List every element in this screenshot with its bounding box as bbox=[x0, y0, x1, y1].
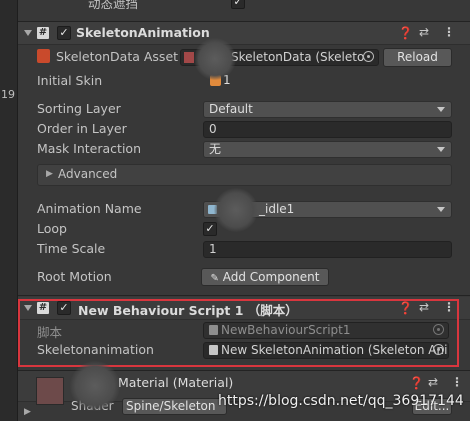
chevron-down-icon bbox=[437, 207, 445, 212]
help-icon[interactable]: ❓ bbox=[409, 376, 424, 390]
add-component-icon: ✎ bbox=[210, 273, 219, 284]
redaction-blur bbox=[70, 361, 120, 411]
shader-dropdown[interactable]: Spine/Skeleton bbox=[122, 398, 227, 415]
initial-skin-label: Initial Skin bbox=[37, 73, 103, 88]
preset-icon[interactable]: ⇄ bbox=[419, 25, 429, 39]
asset-type-icon bbox=[184, 52, 194, 63]
animation-name-label: Animation Name bbox=[37, 201, 142, 216]
reload-button[interactable]: Reload bbox=[383, 48, 452, 67]
material-preview-thumbnail bbox=[36, 377, 64, 405]
strip-number: 19 bbox=[1, 88, 15, 101]
preset-icon[interactable]: ⇄ bbox=[428, 375, 438, 389]
scene-edge-strip: 19 bbox=[0, 0, 18, 421]
skeleton-animation-header[interactable]: # ✓ SkeletonAnimation ❓ ⇄ ⋮ bbox=[18, 21, 470, 45]
mask-interaction-value: 无 bbox=[209, 142, 222, 156]
mask-interaction-dropdown[interactable]: 无 bbox=[203, 141, 452, 158]
script-hash-icon: # bbox=[37, 27, 49, 39]
order-in-layer-label: Order in Layer bbox=[37, 121, 127, 136]
skeleton-data-asset-value: SkeletonData (Skeleto bbox=[231, 50, 365, 64]
watermark-text: https://blog.csdn.net/qq_36917144 bbox=[218, 393, 464, 409]
component-divider bbox=[18, 295, 470, 296]
chevron-down-icon bbox=[437, 147, 445, 152]
redaction-blur bbox=[194, 38, 236, 80]
order-in-layer-input[interactable]: 0 bbox=[203, 121, 452, 138]
sorting-layer-label: Sorting Layer bbox=[37, 101, 121, 116]
skeleton-animation-title: SkeletonAnimation bbox=[76, 25, 210, 40]
context-menu-icon[interactable]: ⋮ bbox=[451, 375, 463, 389]
animation-name-value: _idle1 bbox=[259, 202, 295, 216]
occlusion-label: 动态遮挡 bbox=[88, 0, 139, 11]
chevron-down-icon bbox=[437, 107, 445, 112]
sorting-layer-dropdown[interactable]: Default bbox=[203, 101, 452, 118]
material-title: Material (Material) bbox=[118, 375, 234, 390]
loop-checkbox[interactable]: ✓ bbox=[203, 222, 217, 236]
add-component-label: Add Component bbox=[222, 270, 320, 284]
mask-interaction-label: Mask Interaction bbox=[37, 141, 141, 156]
occlusion-checkbox[interactable]: ✓ bbox=[231, 0, 245, 9]
highlight-box bbox=[18, 299, 459, 367]
time-scale-input[interactable]: 1 bbox=[203, 241, 452, 258]
sorting-layer-value: Default bbox=[209, 102, 253, 116]
add-component-button[interactable]: ✎ Add Component bbox=[201, 268, 329, 286]
skeleton-enabled-checkbox[interactable]: ✓ bbox=[57, 26, 71, 40]
material-foldout-icon[interactable]: ▶ bbox=[24, 407, 31, 417]
context-menu-icon[interactable]: ⋮ bbox=[443, 25, 455, 39]
loop-label: Loop bbox=[37, 221, 67, 236]
advanced-foldout[interactable]: ▶ Advanced bbox=[37, 164, 452, 186]
time-scale-label: Time Scale bbox=[37, 241, 106, 256]
foldout-right-icon: ▶ bbox=[46, 169, 53, 179]
skeleton-data-asset-label: SkeletonData Asset bbox=[56, 49, 179, 64]
advanced-label: Advanced bbox=[58, 167, 118, 181]
skeleton-data-icon bbox=[37, 49, 50, 63]
help-icon[interactable]: ❓ bbox=[398, 26, 413, 40]
root-motion-label: Root Motion bbox=[37, 269, 112, 284]
object-picker-icon[interactable] bbox=[363, 51, 374, 62]
redaction-blur bbox=[214, 188, 258, 232]
foldout-arrow-icon[interactable] bbox=[24, 30, 32, 36]
inspector-panel: 动态遮挡 ✓ # ✓ SkeletonAnimation ❓ ⇄ ⋮ Skele… bbox=[18, 0, 470, 421]
